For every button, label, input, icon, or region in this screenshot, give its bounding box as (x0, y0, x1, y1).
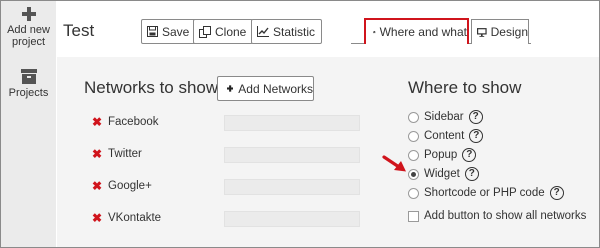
option-label: Sidebar (424, 111, 464, 123)
option-widget[interactable]: Widget ? (408, 166, 479, 182)
networks-section-title: Networks to show (84, 78, 219, 97)
option-shortcode[interactable]: Shortcode or PHP code ? (408, 185, 564, 201)
sidebar-item-label: Add new project (7, 24, 50, 48)
network-name: Twitter (108, 148, 142, 160)
checkbox-label: Add button to show all networks (424, 210, 587, 222)
remove-network-icon[interactable]: ✖ (92, 147, 108, 161)
where-section-title: Where to show (408, 78, 522, 97)
help-icon[interactable]: ? (469, 129, 484, 143)
statistic-button-label: Statistic (273, 24, 316, 39)
option-content[interactable]: Content ? (408, 128, 484, 144)
clone-button-label: Clone (215, 24, 247, 39)
clone-button[interactable]: Clone (193, 19, 254, 44)
home-icon (373, 30, 376, 34)
sidebar-item-add-new-project[interactable]: Add new project (1, 7, 56, 48)
radio-widget[interactable] (408, 168, 419, 180)
statistic-button[interactable]: Statistic (251, 19, 323, 44)
tab-where-and-what[interactable]: Where and what (364, 18, 469, 44)
clone-icon (199, 25, 211, 38)
network-value-field[interactable] (224, 147, 360, 163)
add-networks-button[interactable]: Add Networks (217, 76, 314, 101)
plus-icon (21, 7, 36, 21)
network-name: VKontakte (108, 212, 162, 224)
archive-icon (20, 69, 37, 84)
remove-network-icon[interactable]: ✖ (92, 115, 108, 129)
list-item: ✖ VKontakte (92, 210, 161, 226)
save-icon (147, 26, 158, 37)
network-value-field[interactable] (224, 179, 360, 195)
option-sidebar[interactable]: Sidebar ? (408, 109, 483, 125)
network-name: Facebook (108, 116, 159, 128)
option-label: Content (424, 130, 465, 142)
page-title: Test (63, 21, 95, 40)
line-chart-icon (257, 26, 269, 37)
list-item: ✖ Facebook (92, 114, 159, 130)
add-networks-label: Add Networks (238, 81, 313, 96)
tab-design[interactable]: Design (471, 19, 529, 44)
option-label: Shortcode or PHP code (424, 187, 545, 199)
help-icon[interactable]: ? (468, 110, 483, 124)
help-icon[interactable]: ? (464, 167, 479, 181)
network-value-field[interactable] (224, 211, 360, 227)
remove-network-icon[interactable]: ✖ (92, 179, 108, 193)
option-popup[interactable]: Popup ? (408, 147, 477, 163)
network-value-field[interactable] (224, 115, 360, 131)
radio-sidebar[interactable] (408, 111, 419, 123)
remove-network-icon[interactable]: ✖ (92, 211, 108, 225)
option-label: Popup (424, 149, 458, 161)
sidebar: Add new project Projects (1, 1, 56, 247)
monitor-icon (477, 27, 487, 37)
help-icon[interactable]: ? (549, 186, 564, 200)
list-item: ✖ Google+ (92, 178, 152, 194)
save-button-label: Save (162, 24, 190, 39)
save-button[interactable]: Save (141, 19, 197, 44)
radio-content[interactable] (408, 130, 419, 142)
plus-icon (227, 85, 234, 92)
radio-shortcode[interactable] (408, 187, 419, 199)
arrow-icon (382, 155, 406, 172)
tab-label: Design (490, 25, 528, 39)
radio-popup[interactable] (408, 149, 419, 161)
network-name: Google+ (108, 180, 152, 192)
tab-label: Where and what (379, 25, 467, 39)
help-icon[interactable]: ? (462, 148, 477, 162)
sidebar-item-projects[interactable]: Projects (1, 69, 56, 99)
list-item: ✖ Twitter (92, 146, 142, 162)
show-all-networks-option[interactable]: Add button to show all networks (408, 208, 586, 224)
option-label: Widget (424, 168, 460, 180)
show-all-networks-checkbox[interactable] (408, 210, 419, 222)
sidebar-item-label: Projects (8, 87, 49, 99)
